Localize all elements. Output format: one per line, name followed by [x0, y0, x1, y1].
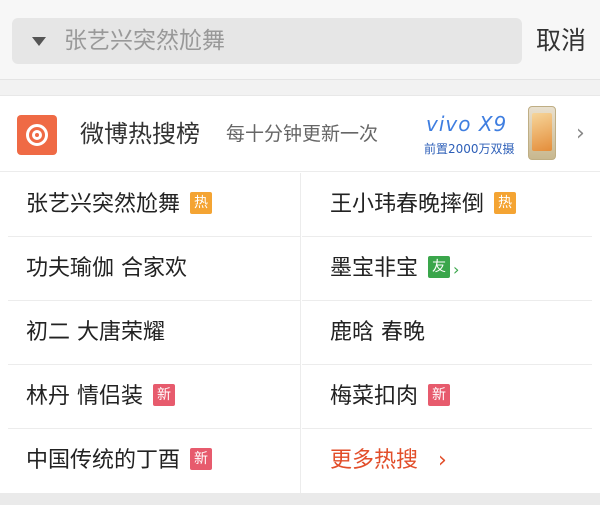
- hot-item-label: 初二 大唐荣耀: [26, 320, 165, 345]
- chevron-right-icon[interactable]: ›: [576, 96, 585, 172]
- hot-search-card: 微博热搜榜 每十分钟更新一次 vivo X9 前置2000万双摄 › 张艺兴突然…: [0, 95, 600, 493]
- more-hot-search-text: 更多热搜: [330, 448, 419, 473]
- hot-item-text: 梅菜扣肉: [330, 384, 419, 409]
- new-badge: 新: [153, 384, 175, 406]
- hot-item[interactable]: 功夫瑜伽 合家欢: [8, 237, 300, 301]
- hot-badge: 热: [190, 192, 213, 214]
- hot-item[interactable]: 王小玮春晚摔倒热: [302, 173, 592, 237]
- new-badge: 新: [190, 448, 213, 470]
- hot-item[interactable]: 墨宝非宝友 ›: [302, 237, 592, 301]
- search-input-text[interactable]: 张艺兴突然尬舞: [64, 18, 225, 64]
- hot-search-title: 微博热搜榜: [80, 120, 200, 148]
- hot-badge: 热: [494, 192, 517, 214]
- caret-down-icon[interactable]: [32, 37, 46, 46]
- column-divider: [300, 173, 301, 493]
- hot-item-label: 张艺兴突然尬舞热: [26, 173, 213, 237]
- hot-search-header[interactable]: 微博热搜榜 每十分钟更新一次 vivo X9 前置2000万双摄 ›: [0, 96, 600, 172]
- hot-item-label: 鹿晗 春晚: [330, 320, 425, 345]
- new-badge: 新: [428, 384, 451, 406]
- hot-item[interactable]: 林丹 情侣装新: [8, 365, 300, 429]
- hot-item-label: 墨宝非宝友 ›: [330, 237, 459, 302]
- hot-item[interactable]: 中国传统的丁酉新: [8, 429, 300, 493]
- hot-item-label: 梅菜扣肉新: [330, 365, 451, 429]
- ad-brand: vivo X9: [426, 112, 508, 136]
- hot-item-text: 张艺兴突然尬舞: [26, 192, 181, 217]
- ad-banner[interactable]: vivo X9 前置2000万双摄: [420, 104, 570, 164]
- hot-item-text: 中国传统的丁酉: [26, 448, 181, 473]
- hot-item[interactable]: 张艺兴突然尬舞热: [8, 173, 300, 237]
- hot-search-subtitle: 每十分钟更新一次: [226, 123, 379, 145]
- cancel-button[interactable]: 取消: [536, 18, 586, 64]
- hot-item-text: 墨宝非宝: [330, 256, 419, 281]
- hot-item-label: 林丹 情侣装新: [26, 365, 175, 429]
- hot-item-text: 王小玮春晚摔倒: [330, 192, 485, 217]
- hot-item-label: 中国传统的丁酉新: [26, 429, 213, 493]
- hot-item-label: 功夫瑜伽 合家欢: [26, 256, 187, 281]
- logo-dot: [32, 130, 42, 140]
- hot-item[interactable]: 初二 大唐荣耀: [8, 301, 300, 365]
- phone-image: [528, 106, 556, 160]
- friend-badge: 友: [428, 256, 451, 278]
- hot-item-text: 林丹 情侣装: [26, 384, 143, 409]
- phone-screen: [532, 113, 552, 151]
- more-hot-search-label: 更多热搜 ›: [330, 429, 447, 493]
- search-bar: 张艺兴突然尬舞 取消: [0, 0, 600, 80]
- hot-item[interactable]: 梅菜扣肉新: [302, 365, 592, 429]
- ad-text: 前置2000万双摄: [424, 142, 515, 156]
- more-hot-search-link[interactable]: 更多热搜 ›: [302, 429, 592, 493]
- search-input[interactable]: 张艺兴突然尬舞: [12, 18, 522, 64]
- hot-item-label: 王小玮春晚摔倒热: [330, 173, 517, 237]
- chevron-right-icon: ›: [453, 260, 460, 279]
- weibo-hot-search-icon: [17, 115, 57, 155]
- chevron-right-icon: ›: [438, 448, 447, 473]
- hot-item[interactable]: 鹿晗 春晚: [302, 301, 592, 365]
- bottom-divider: [0, 493, 600, 505]
